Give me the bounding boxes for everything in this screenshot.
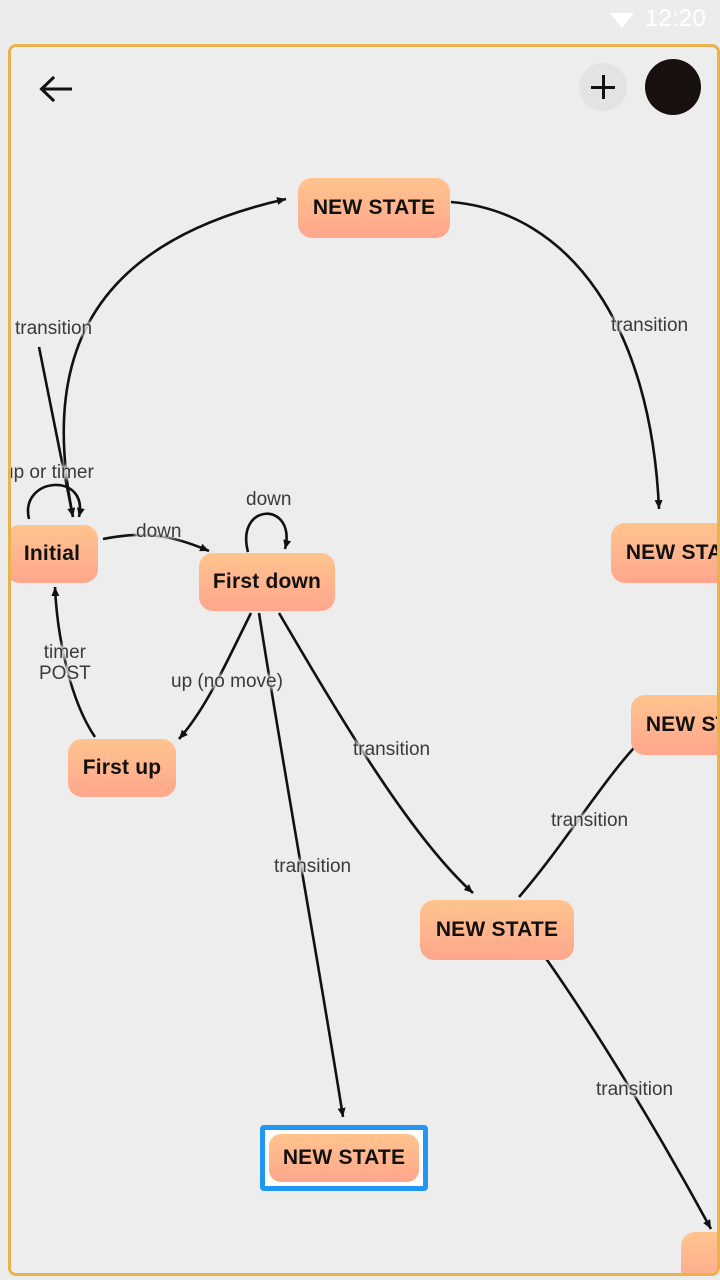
edge-label: transition: [15, 318, 93, 339]
state-node-label: NEW STATE: [645, 713, 717, 736]
state-node[interactable]: NEW: [681, 1232, 717, 1273]
state-diagram-canvas[interactable]: NEW STATE NEW STATE Initial First down NEW S…: [11, 47, 717, 1273]
state-node[interactable]: NEW STATE: [631, 695, 717, 755]
edge-label-line: timer: [43, 642, 86, 663]
state-node-label: Initial: [23, 542, 81, 565]
edge-initial-to-firstdown: [102, 533, 210, 553]
state-node-label: NEW STATE: [435, 918, 559, 941]
avatar-button[interactable]: [645, 59, 701, 115]
edge-label: transition: [551, 810, 629, 831]
back-arrow-icon: [39, 75, 72, 103]
add-button[interactable]: [579, 63, 627, 111]
back-button[interactable]: [31, 69, 79, 109]
edge-top-to-right1: [450, 200, 663, 510]
status-bar: 12:20: [0, 0, 720, 38]
edge-firstdown-to-selected: [257, 612, 346, 1118]
state-node-fill: NEW STATE: [269, 1134, 419, 1182]
state-node[interactable]: First down: [199, 553, 335, 611]
edge-transition-into-initial: [37, 346, 76, 518]
toolbar: [11, 47, 717, 131]
edge-center-to-bottom: [543, 956, 713, 1230]
state-node[interactable]: Initial: [11, 525, 98, 583]
state-node-label: First up: [82, 756, 162, 779]
plus-icon-bar: [591, 85, 615, 89]
edge-label: up or timer: [8, 462, 94, 483]
edge-firstdown-to-firstup: [178, 612, 253, 740]
edge-initial-self-loop: [26, 483, 85, 520]
edge-center-to-right2: [518, 726, 656, 898]
wifi-icon: [609, 13, 634, 28]
edge-label: timer POST: [39, 642, 91, 685]
edge-label: transition: [274, 856, 352, 877]
edge-label: transition: [611, 315, 689, 336]
edge-label: transition: [353, 739, 431, 760]
edge-initial-to-top: [62, 197, 287, 518]
state-node[interactable]: NEW STATE: [260, 1125, 428, 1191]
edge-firstdown-to-center: [277, 612, 474, 894]
state-node-label: NEW STATE: [282, 1146, 406, 1169]
edge-firstup-to-initial: [51, 586, 97, 738]
edge-label: down: [246, 489, 292, 510]
status-clock: 12:20: [644, 5, 706, 32]
state-node[interactable]: NEW STATE: [611, 523, 720, 583]
edge-label: down: [136, 521, 182, 542]
edge-label: up (no move): [171, 671, 283, 692]
state-node-label: First down: [212, 570, 322, 593]
state-node[interactable]: First up: [68, 739, 176, 797]
app-window: NEW STATE NEW STATE Initial First down NEW S…: [8, 44, 720, 1276]
edge-label-line: POST: [39, 663, 91, 685]
state-node[interactable]: NEW STATE: [298, 178, 450, 238]
state-node-label: NEW STATE: [312, 196, 436, 219]
edge-label: transition: [596, 1079, 674, 1100]
state-node[interactable]: NEW STATE: [420, 900, 574, 960]
edge-firstdown-self-loop: [244, 512, 292, 553]
state-node-label: NEW STATE: [625, 541, 720, 564]
